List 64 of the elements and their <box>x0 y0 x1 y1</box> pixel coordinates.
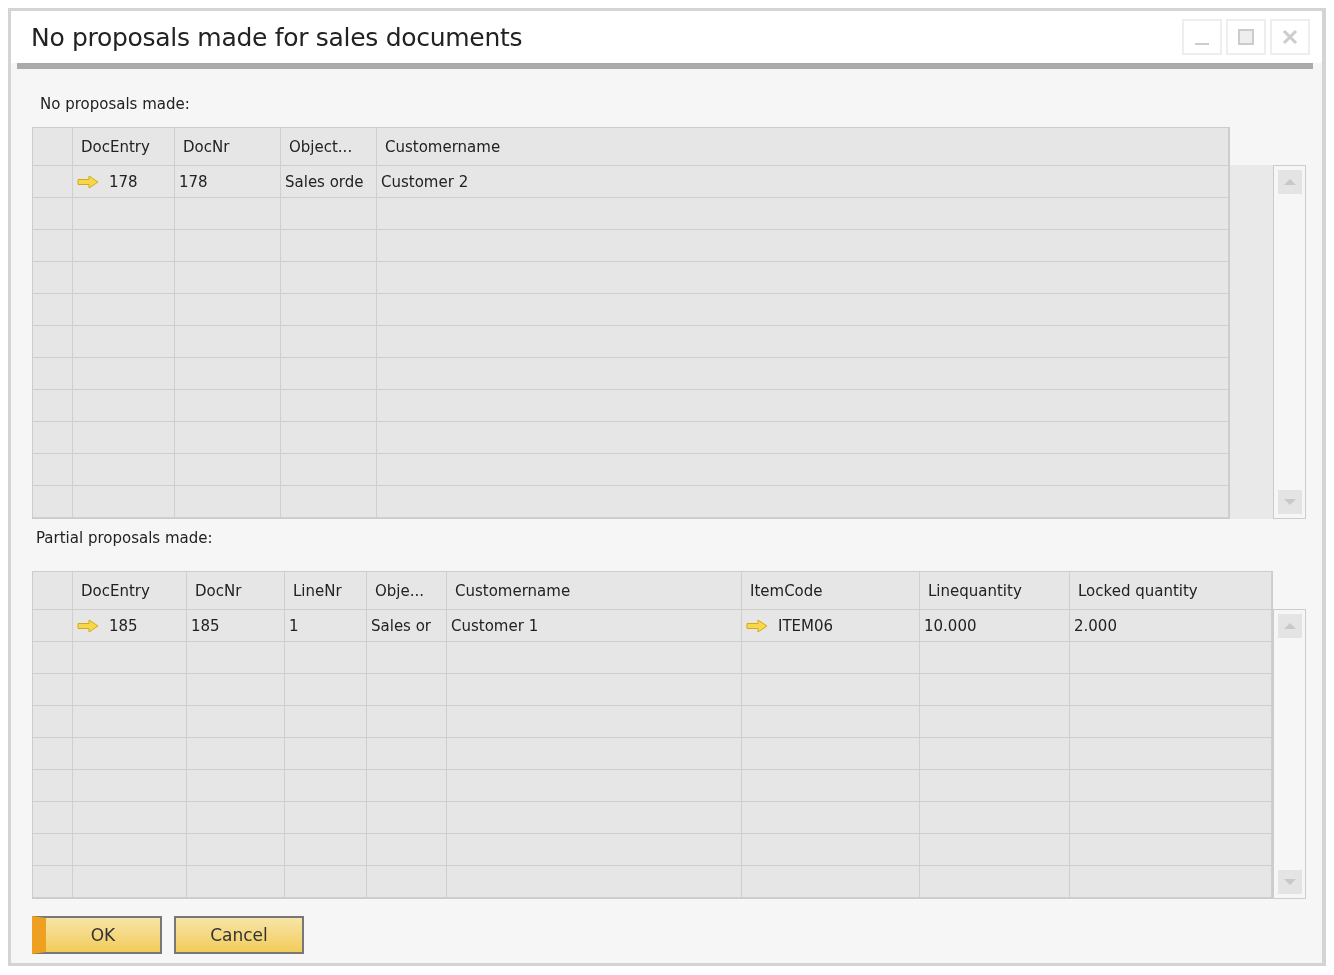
table-cell: Sales or <box>371 616 432 635</box>
row-selector[interactable] <box>33 802 73 834</box>
row-selector[interactable] <box>33 834 73 866</box>
row-selector[interactable] <box>33 294 73 326</box>
column-header[interactable]: DocEntry <box>73 572 187 610</box>
table-cell: 185 <box>109 616 138 635</box>
row-selector[interactable] <box>33 610 73 642</box>
close-icon <box>1280 27 1300 47</box>
row-selector[interactable] <box>33 390 73 422</box>
column-header[interactable]: LineNr <box>285 572 367 610</box>
row-selector[interactable] <box>33 866 73 898</box>
column-header[interactable]: ItemCode <box>742 572 920 610</box>
scrollbar[interactable] <box>1273 609 1306 899</box>
row-selector[interactable] <box>33 358 73 390</box>
table-cell: 185 <box>191 616 220 635</box>
column-header[interactable]: DocNr <box>187 572 285 610</box>
row-selector[interactable] <box>33 422 73 454</box>
scroll-down-icon[interactable] <box>1277 870 1302 894</box>
table-cell: Sales orde <box>285 172 364 191</box>
table-cell: Customer 2 <box>381 172 469 191</box>
maximize-icon <box>1236 27 1256 47</box>
section-label: No proposals made: <box>39 94 191 115</box>
arrow-icon[interactable] <box>77 618 99 633</box>
row-selector[interactable] <box>33 262 73 294</box>
table-cell: 2.000 <box>1074 616 1117 635</box>
section-label: Partial proposals made: <box>35 528 214 549</box>
scroll-down-icon[interactable] <box>1277 490 1302 514</box>
column-header[interactable]: DocNr <box>175 128 281 166</box>
row-selector[interactable] <box>33 706 73 738</box>
row-selector[interactable] <box>33 198 73 230</box>
row-selector[interactable] <box>33 738 73 770</box>
table-cell: ITEM06 <box>778 616 834 635</box>
minimize-button[interactable] <box>1182 19 1222 55</box>
table-cell: 178 <box>179 172 208 191</box>
row-selector[interactable] <box>33 454 73 486</box>
table-cell: Customer 1 <box>451 616 539 635</box>
column-header[interactable]: Obje... <box>367 572 447 610</box>
column-header[interactable]: Customername <box>377 128 1229 166</box>
row-selector[interactable] <box>33 642 73 674</box>
dialog-button[interactable]: Cancel <box>174 916 304 954</box>
window-title: No proposals made for sales documents <box>31 22 523 52</box>
dialog-button[interactable]: OK <box>32 916 162 954</box>
maximize-button[interactable] <box>1226 19 1266 55</box>
row-selector[interactable] <box>33 674 73 706</box>
minimize-icon <box>1195 43 1209 45</box>
table-cell: 10.000 <box>924 616 977 635</box>
arrow-icon[interactable] <box>746 618 768 633</box>
arrow-icon[interactable] <box>77 174 99 189</box>
column-header[interactable]: Linequantity <box>920 572 1070 610</box>
row-selector[interactable] <box>33 486 73 518</box>
scrollbar[interactable] <box>1273 165 1306 519</box>
close-button[interactable] <box>1270 19 1310 55</box>
table-cell: 1 <box>289 616 299 635</box>
row-selector[interactable] <box>33 166 73 198</box>
table-cell: 178 <box>109 172 138 191</box>
scroll-up-icon[interactable] <box>1277 170 1302 194</box>
column-header[interactable]: DocEntry <box>73 128 175 166</box>
row-selector[interactable] <box>33 326 73 358</box>
scroll-up-icon[interactable] <box>1277 614 1302 638</box>
row-selector[interactable] <box>33 770 73 802</box>
column-header[interactable]: Customername <box>447 572 742 610</box>
column-header[interactable]: Locked quantity <box>1070 572 1272 610</box>
row-selector[interactable] <box>33 230 73 262</box>
column-header[interactable]: Object... <box>281 128 377 166</box>
